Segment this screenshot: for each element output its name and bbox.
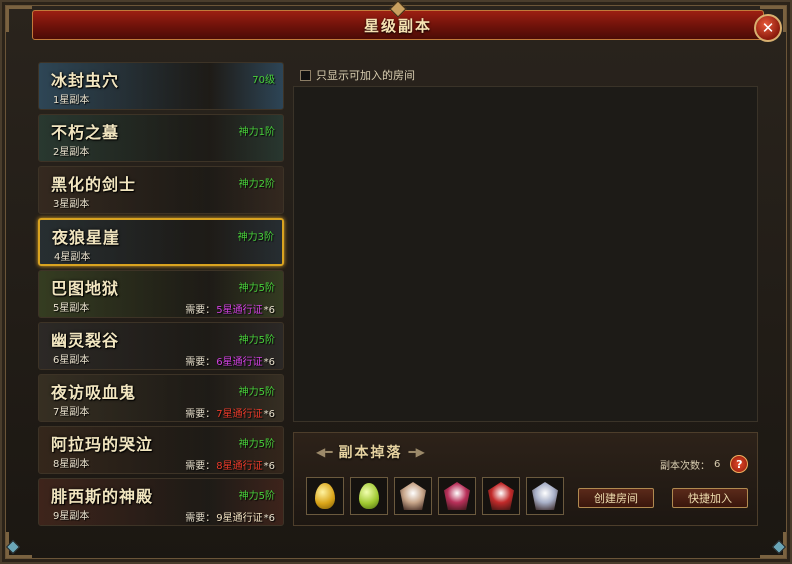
- dungeon-stars: 2星副本: [53, 147, 90, 158]
- dungeon-power-level: 神力5阶: [238, 491, 275, 502]
- drops-title: 副本掉落: [338, 445, 403, 461]
- drops-panel: ◀━ 副本掉落 ━▶ 副本次数： 6 ? 创建房间 快捷加入: [293, 432, 758, 526]
- dungeon-requirement: [272, 250, 274, 261]
- dungeon-requirement: 需要：9星通行证*6: [185, 509, 275, 524]
- dungeon-name: 阿拉玛的哭泣: [51, 435, 154, 454]
- drop-slot[interactable]: [438, 477, 476, 515]
- right-wing-icon: ━▶: [408, 445, 425, 459]
- create-room-button[interactable]: 创建房间: [578, 488, 654, 508]
- winged-emblem-icon: [532, 482, 558, 510]
- requirement-pass: 6星通行证: [216, 357, 263, 368]
- ruby-armor-icon: [488, 482, 514, 510]
- dungeon-item[interactable]: 阿拉玛的哭泣 8星副本 神力5阶 需要：8星通行证*6: [38, 426, 284, 474]
- dungeon-name: 冰封虫穴: [51, 71, 120, 90]
- drop-slot[interactable]: [306, 477, 344, 515]
- requirement-prefix: 需要：: [185, 513, 216, 524]
- drop-slot[interactable]: [482, 477, 520, 515]
- dungeon-power-level: 神力1阶: [238, 127, 275, 138]
- requirement-count: *6: [263, 513, 275, 524]
- requirement-count: *6: [263, 461, 275, 472]
- count-value: 6: [714, 458, 721, 470]
- dungeon-item[interactable]: 幽灵裂谷 6星副本 神力5阶 需要：6星通行证*6: [38, 322, 284, 370]
- requirement-pass: 7星通行证: [216, 409, 263, 420]
- drop-slot[interactable]: [350, 477, 388, 515]
- dungeon-requirement: 需要：7星通行证*6: [185, 405, 275, 420]
- filter-label: 只显示可加入的房间: [316, 69, 415, 82]
- dungeon-name: 夜狼星崖: [52, 228, 121, 247]
- dungeon-requirement: [273, 197, 275, 208]
- dungeon-requirement: [273, 145, 275, 156]
- dungeon-power-level: 神力5阶: [238, 335, 275, 346]
- dungeon-item[interactable]: 夜访吸血鬼 7星副本 神力5阶 需要：7星通行证*6: [38, 374, 284, 422]
- requirement-pass: 9星通行证: [216, 513, 263, 524]
- count-label: 副本次数：: [660, 460, 710, 472]
- dungeon-item[interactable]: 黑化的剑士 3星副本 神力2阶: [38, 166, 284, 214]
- dungeon-list: 冰封虫穴 1星副本 70级 不朽之墓 2星副本 神力1阶 黑化的剑士 3星副本 …: [38, 62, 284, 530]
- dungeon-item[interactable]: 冰封虫穴 1星副本 70级: [38, 62, 284, 110]
- dungeon-stars: 6星副本: [53, 355, 90, 366]
- crimson-helm-icon: [444, 482, 470, 510]
- dungeon-name: 不朽之墓: [51, 123, 120, 142]
- dungeon-name: 巴图地狱: [51, 279, 120, 298]
- requirement-prefix: 需要：: [185, 305, 216, 316]
- dungeon-power-level: 神力5阶: [238, 439, 275, 450]
- dungeon-stars: 4星副本: [54, 252, 91, 263]
- dungeon-count: 副本次数： 6 ?: [660, 455, 749, 473]
- requirement-prefix: 需要：: [185, 461, 216, 472]
- dungeon-power-level: 神力2阶: [238, 179, 275, 190]
- filter-checkbox[interactable]: [300, 69, 311, 81]
- dungeon-name: 夜访吸血鬼: [51, 383, 137, 402]
- requirement-count: *6: [263, 305, 275, 316]
- dungeon-requirement: 需要：6星通行证*6: [185, 353, 275, 368]
- help-button[interactable]: ?: [730, 455, 749, 473]
- drop-slot[interactable]: [526, 477, 564, 515]
- dungeon-stars: 9星副本: [53, 511, 90, 522]
- dungeon-stars: 3星副本: [53, 199, 90, 210]
- dungeon-power-level: 神力3阶: [237, 232, 274, 243]
- left-wing-icon: ◀━: [316, 445, 333, 459]
- dungeon-name: 幽灵裂谷: [51, 331, 120, 350]
- dungeon-name: 腓西斯的神殿: [51, 487, 154, 506]
- requirement-count: *6: [263, 357, 275, 368]
- available-rooms-filter[interactable]: 只显示可加入的房间: [300, 67, 415, 83]
- requirement-prefix: 需要：: [185, 409, 216, 420]
- dungeon-stars: 7星副本: [53, 407, 90, 418]
- dungeon-item[interactable]: 夜狼星崖 4星副本 神力3阶: [38, 218, 284, 266]
- requirement-pass: 8星通行证: [216, 461, 263, 472]
- frame-corner: [6, 6, 32, 32]
- quick-join-button[interactable]: 快捷加入: [672, 488, 748, 508]
- dungeon-power-level: 70级: [252, 75, 275, 86]
- dungeon-requirement: [273, 93, 275, 104]
- green-egg-icon: [359, 483, 379, 509]
- dungeon-stars: 8星副本: [53, 459, 90, 470]
- dungeon-requirement: 需要：8星通行证*6: [185, 457, 275, 472]
- armor-icon: [400, 482, 426, 510]
- requirement-pass: 5星通行证: [216, 305, 263, 316]
- dungeon-stars: 5星副本: [53, 303, 90, 314]
- drops-header: ◀━ 副本掉落 ━▶: [316, 442, 425, 462]
- dungeon-power-level: 神力5阶: [238, 283, 275, 294]
- dungeon-name: 黑化的剑士: [51, 175, 137, 194]
- room-list-panel: [293, 86, 758, 422]
- drop-slots: [306, 477, 564, 515]
- requirement-prefix: 需要：: [185, 357, 216, 368]
- dungeon-requirement: 需要：5星通行证*6: [185, 301, 275, 316]
- dungeon-item[interactable]: 巴图地狱 5星副本 神力5阶 需要：5星通行证*6: [38, 270, 284, 318]
- requirement-count: *6: [263, 409, 275, 420]
- dungeon-stars: 1星副本: [53, 95, 90, 106]
- dungeon-power-level: 神力5阶: [238, 387, 275, 398]
- dungeon-window: 星级副本 ✕ 冰封虫穴 1星副本 70级 不朽之墓 2星副本 神力1阶 黑化的剑…: [0, 0, 792, 564]
- gold-egg-icon: [315, 483, 335, 509]
- dungeon-item[interactable]: 不朽之墓 2星副本 神力1阶: [38, 114, 284, 162]
- dungeon-item[interactable]: 腓西斯的神殿 9星副本 神力5阶 需要：9星通行证*6: [38, 478, 284, 526]
- drop-slot[interactable]: [394, 477, 432, 515]
- window-title: 星级副本: [363, 16, 432, 35]
- close-button[interactable]: ✕: [754, 14, 782, 42]
